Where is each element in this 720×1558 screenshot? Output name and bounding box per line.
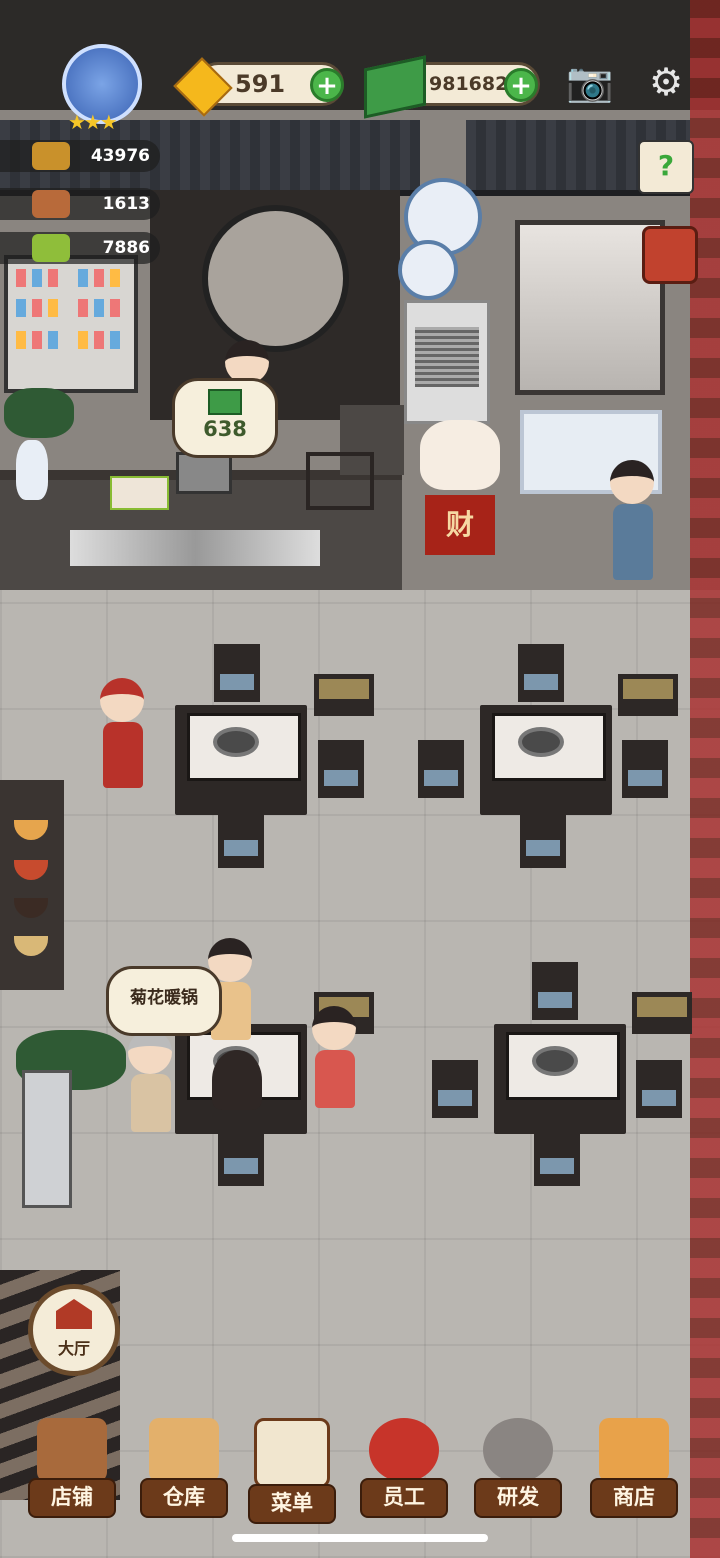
nav-staff[interactable]: 员工 <box>354 1418 454 1528</box>
hotpot-icon <box>32 142 70 170</box>
hotpot-stat-value: 43976 <box>90 146 150 166</box>
nav-label: 店铺 <box>28 1478 116 1518</box>
hotpot-icon <box>532 1046 578 1076</box>
customer-character[interactable] <box>128 1030 174 1132</box>
recipe-book-button[interactable] <box>642 226 698 284</box>
camera-button[interactable]: 📷 <box>564 56 616 108</box>
nav-label: 仓库 <box>140 1478 228 1518</box>
menu-stat-value: 7886 <box>102 238 150 258</box>
lucky-cat[interactable] <box>420 420 500 490</box>
income-bubble[interactable]: 638 <box>172 378 278 458</box>
counter-menu-book <box>110 476 169 510</box>
waiter-character[interactable] <box>610 460 656 580</box>
house-icon <box>56 1299 92 1329</box>
bonsai-planter <box>22 1070 72 1208</box>
gem-amount: 591 <box>235 70 286 98</box>
boxes-icon <box>149 1418 219 1482</box>
bench <box>632 992 692 1034</box>
counter-landscape-panel <box>70 530 320 566</box>
income-amount: 638 <box>203 417 247 441</box>
lucky-cat-pedestal: 财 <box>425 495 495 555</box>
game-scene: 638 财 菊花暖锅 ★★★ 591 + 9816829 + 📷 ⚙ 43976… <box>0 0 720 1558</box>
nav-label: 菜单 <box>248 1484 336 1524</box>
hotpot-icon <box>518 727 564 757</box>
chair <box>218 810 264 868</box>
dining-table-1[interactable] <box>175 705 307 815</box>
counter-stand <box>306 452 374 510</box>
chair <box>432 1060 478 1118</box>
moon-window <box>202 205 349 352</box>
chair <box>532 962 578 1020</box>
chair <box>214 644 260 702</box>
add-cash-button[interactable]: + <box>504 68 538 102</box>
decor-plate-small <box>398 240 458 300</box>
chair <box>318 740 364 798</box>
hotpot-stat[interactable]: 43976 <box>0 140 160 172</box>
menu-stat[interactable]: 7886 <box>0 232 160 264</box>
add-gems-button[interactable]: + <box>310 68 344 102</box>
nav-warehouse[interactable]: 仓库 <box>134 1418 234 1528</box>
order-bubble[interactable]: 菊花暖锅 <box>106 966 222 1036</box>
checklist-icon <box>254 1418 330 1488</box>
storefront-icon <box>37 1418 107 1482</box>
bench <box>618 674 678 716</box>
help-button[interactable]: ? <box>638 140 694 194</box>
dish-icon <box>32 190 70 218</box>
nav-label: 员工 <box>360 1478 448 1518</box>
sauce-station[interactable] <box>0 780 64 990</box>
store-icon <box>599 1418 669 1482</box>
chair <box>622 740 668 798</box>
cash-register[interactable] <box>176 452 232 494</box>
dish-stat[interactable]: 1613 <box>0 188 160 220</box>
cash-icon <box>208 389 242 415</box>
home-indicator[interactable] <box>232 1534 488 1542</box>
bench <box>314 674 374 716</box>
nav-menu[interactable]: 菜单 <box>242 1418 342 1528</box>
hall-button[interactable]: 大厅 <box>28 1284 120 1376</box>
plus-icon: + <box>316 71 338 101</box>
chair <box>518 644 564 702</box>
hotpot-icon <box>213 727 259 757</box>
nav-store[interactable]: 商店 <box>584 1418 684 1528</box>
nav-label: 商店 <box>590 1478 678 1518</box>
staff-icon <box>369 1418 439 1482</box>
air-cooler[interactable] <box>404 300 490 424</box>
dining-table-4[interactable] <box>494 1024 626 1134</box>
dining-table-2[interactable] <box>480 705 612 815</box>
plus-icon: + <box>510 71 532 101</box>
customer-character[interactable] <box>312 1006 358 1108</box>
bonsai-vase <box>16 440 48 500</box>
player-level-badge[interactable]: ★★★ <box>40 44 156 134</box>
wok-icon <box>483 1418 553 1482</box>
help-book-icon: ? <box>657 149 675 182</box>
nav-research[interactable]: 研发 <box>468 1418 568 1528</box>
drinks-fridge[interactable] <box>4 255 138 393</box>
chair <box>520 810 566 868</box>
settings-button[interactable]: ⚙ <box>640 56 692 108</box>
bonsai-tree <box>4 388 74 438</box>
hall-button-label: 大厅 <box>57 1339 90 1358</box>
dish-stat-value: 1613 <box>102 194 150 214</box>
chair <box>218 1128 264 1186</box>
chef-character[interactable] <box>100 678 146 788</box>
gear-icon: ⚙ <box>648 60 684 104</box>
customer-character-back[interactable] <box>212 1050 262 1110</box>
chair <box>534 1128 580 1186</box>
menu-icon <box>32 234 70 262</box>
nav-label: 研发 <box>474 1478 562 1518</box>
level-stars: ★★★ <box>68 110 118 134</box>
camera-icon: 📷 <box>566 60 614 104</box>
chair <box>418 740 464 798</box>
chair <box>636 1060 682 1118</box>
nav-shop-front[interactable]: 店铺 <box>22 1418 122 1528</box>
